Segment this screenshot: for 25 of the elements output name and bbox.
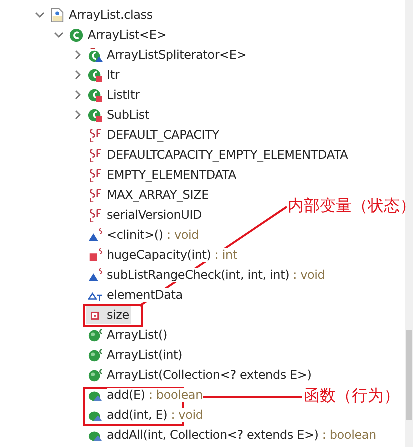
annotation-label: 内部变量（状态） bbox=[288, 196, 413, 217]
tree-item[interactable]: Itr bbox=[86, 66, 122, 84]
class-icon bbox=[69, 28, 84, 42]
method-icon bbox=[88, 228, 103, 242]
scrollbar-thumb[interactable] bbox=[406, 330, 412, 420]
constructor-icon bbox=[88, 368, 103, 382]
constructor-icon bbox=[88, 328, 103, 342]
tree-item[interactable]: ListItr bbox=[86, 86, 142, 104]
constructor-icon bbox=[88, 348, 103, 362]
scrollbar[interactable] bbox=[405, 0, 413, 447]
highlight-frame bbox=[83, 304, 143, 327]
annotation-label: 函数（行为） bbox=[304, 386, 400, 407]
field-icon bbox=[88, 128, 103, 142]
class-icon bbox=[88, 68, 103, 82]
class-icon bbox=[88, 108, 103, 122]
field-icon bbox=[88, 208, 103, 222]
field-icon bbox=[88, 168, 103, 182]
method-icon bbox=[88, 248, 103, 262]
class-file-icon bbox=[50, 8, 65, 22]
field-icon bbox=[88, 148, 103, 162]
method-icon bbox=[88, 268, 103, 282]
tree-item[interactable]: size bbox=[86, 306, 132, 324]
field-icon bbox=[88, 188, 103, 202]
class-icon bbox=[88, 48, 103, 62]
class-icon bbox=[88, 88, 103, 102]
